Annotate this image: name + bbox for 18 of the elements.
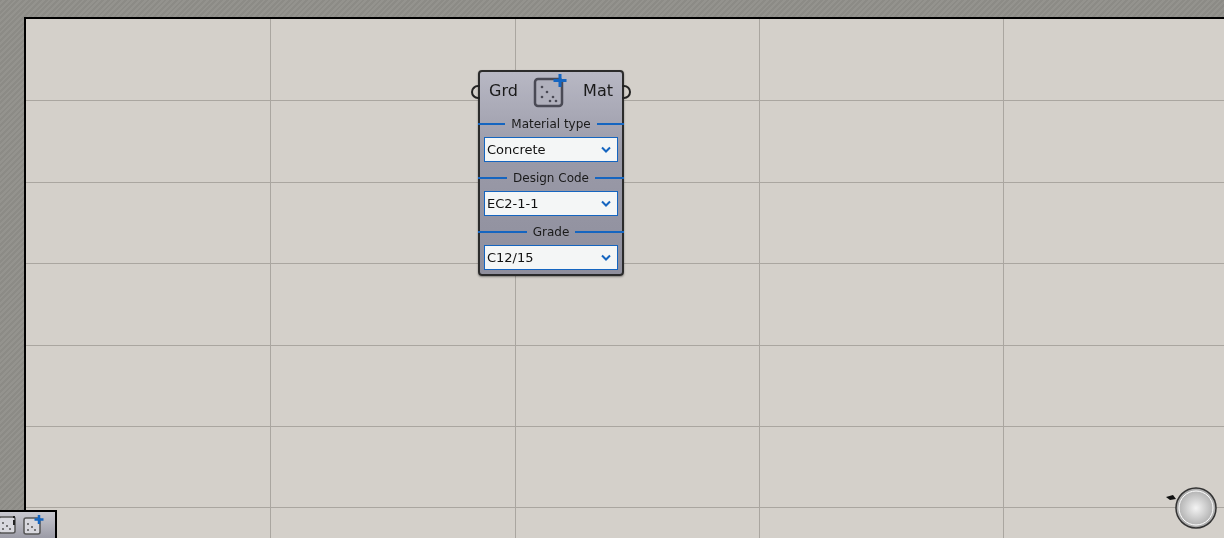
component-node[interactable]: Grd Mat Material type Concrete Design Code EC2-1-1 Grade C12/15 xyxy=(478,70,624,276)
material-info-icon[interactable] xyxy=(0,515,18,535)
dropdown[interactable]: Concrete xyxy=(484,137,618,162)
navigation-widget-icon[interactable] xyxy=(1165,486,1219,530)
chevron-down-icon xyxy=(601,254,611,261)
material-add-icon[interactable] xyxy=(22,514,44,536)
parameter-label: Material type xyxy=(510,116,592,133)
chevron-down-icon xyxy=(601,200,611,207)
dropdown[interactable]: C12/15 xyxy=(484,245,618,270)
dropdown[interactable]: EC2-1-1 xyxy=(484,191,618,216)
input-grip[interactable] xyxy=(471,85,480,99)
output-grip[interactable] xyxy=(622,85,631,99)
parameter-label: Design Code xyxy=(512,170,590,187)
output-label: Mat xyxy=(583,80,613,102)
material-add-icon xyxy=(532,73,569,109)
input-label: Grd xyxy=(489,80,518,102)
chevron-down-icon xyxy=(601,146,611,153)
parameter-label: Grade xyxy=(531,224,571,241)
